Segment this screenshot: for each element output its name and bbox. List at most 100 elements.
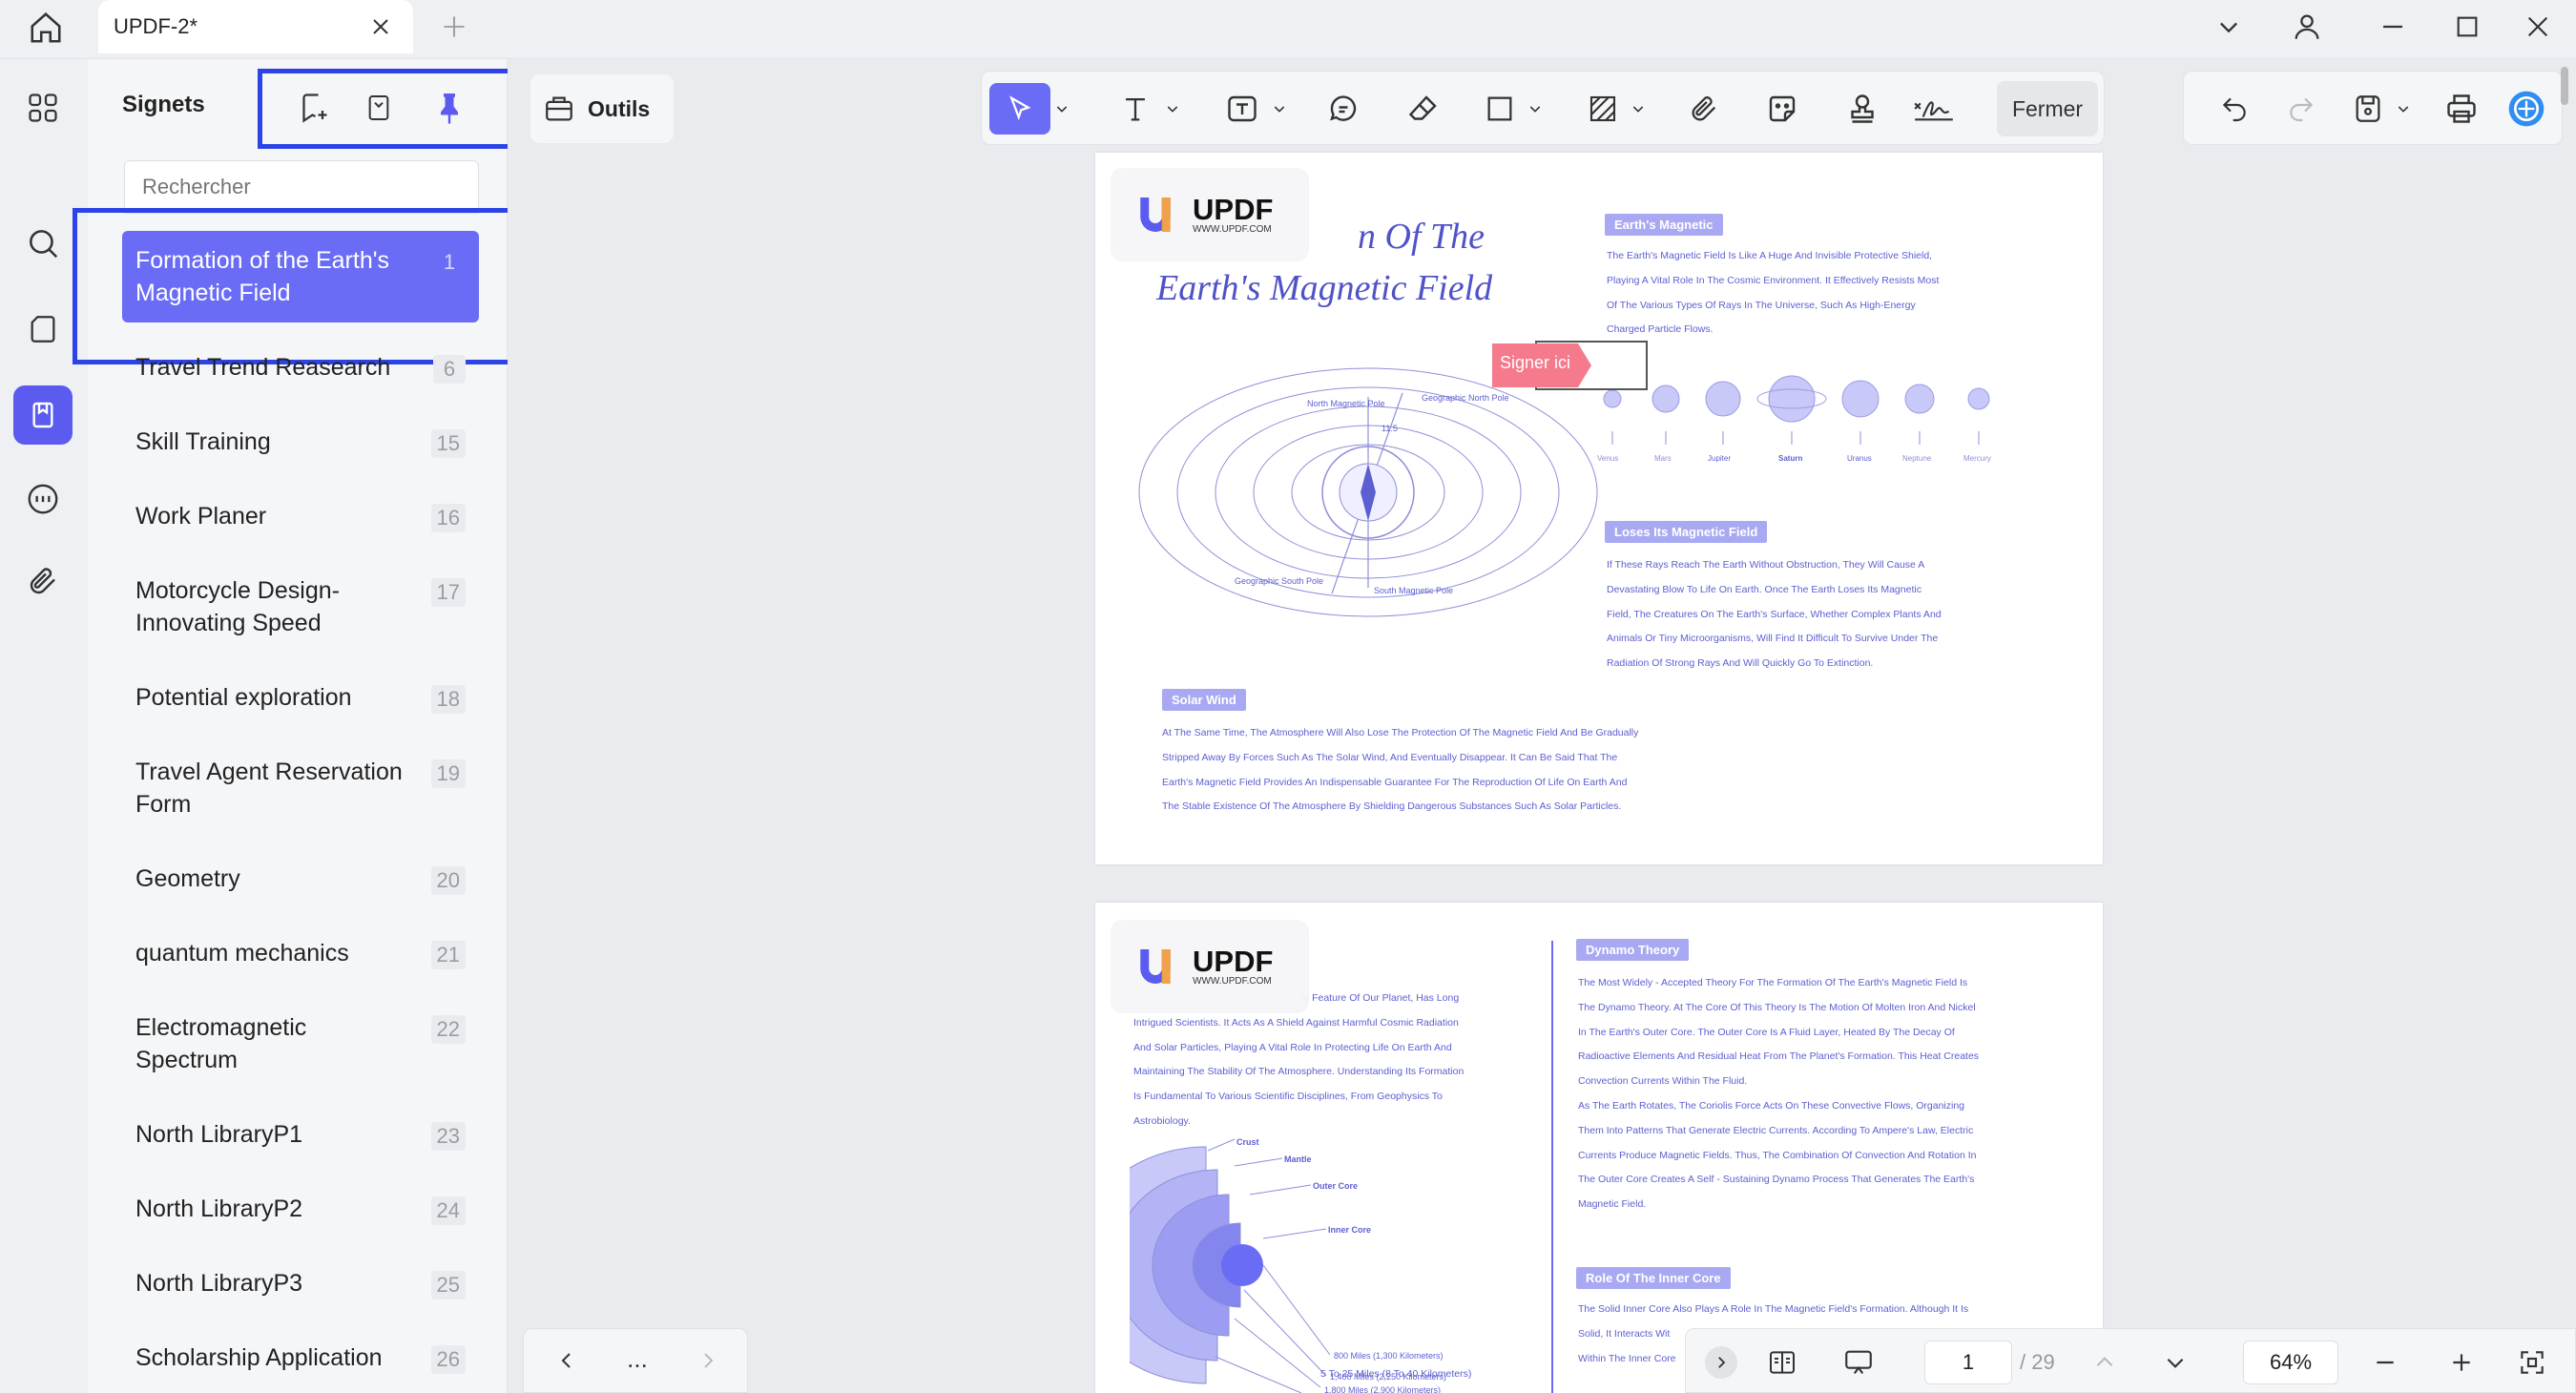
ai-assistant-icon[interactable] bbox=[2503, 83, 2550, 135]
earth-layers-diagram: Crust Mantle Outer Core Inner Core 800 M… bbox=[1130, 1137, 1446, 1393]
section-badge-solar: Solar Wind bbox=[1162, 689, 1246, 711]
zoom-in-icon[interactable] bbox=[2440, 1341, 2483, 1384]
bookmark-item[interactable]: Skill Training 15 bbox=[122, 426, 479, 458]
apps-grid-icon[interactable] bbox=[13, 78, 73, 137]
comment-tool-icon[interactable] bbox=[1319, 83, 1367, 135]
textbox-tool-icon[interactable] bbox=[1216, 83, 1268, 135]
bookmark-page: 23 bbox=[430, 1122, 466, 1151]
planet-label: Venus bbox=[1597, 454, 1619, 463]
maximize-icon[interactable] bbox=[2441, 6, 2494, 48]
depth-label: 800 Miles (1,300 Kilometers) bbox=[1334, 1351, 1444, 1361]
planet-label: Jupiter bbox=[1708, 454, 1732, 463]
bookmark-item[interactable]: North LibraryP2 24 bbox=[122, 1193, 479, 1225]
search-icon[interactable] bbox=[13, 214, 73, 273]
print-icon[interactable] bbox=[2438, 83, 2485, 135]
text-tool-icon[interactable] bbox=[1111, 83, 1159, 135]
total-pages: / 29 bbox=[2020, 1350, 2055, 1374]
updf-watermark-logo: UPDF WWW.UPDF.COM bbox=[1111, 920, 1309, 1013]
chevron-down-icon[interactable] bbox=[2153, 1341, 2197, 1384]
bookmark-item[interactable]: Motorcycle Design-Innovating Speed 17 bbox=[122, 574, 479, 639]
angle-label: 11.5 bbox=[1381, 424, 1398, 433]
updf-logo-icon bbox=[1140, 949, 1171, 984]
search-input[interactable] bbox=[124, 160, 479, 214]
text-line: At The Same Time, The Atmosphere Will Al… bbox=[1162, 727, 1639, 738]
save-icon[interactable] bbox=[2344, 83, 2392, 135]
add-bookmark-icon[interactable] bbox=[290, 84, 338, 132]
rectangle-tool-icon[interactable] bbox=[1476, 83, 1524, 135]
bookmark-page: 20 bbox=[430, 866, 466, 895]
redo-icon[interactable] bbox=[2277, 83, 2325, 135]
bookmark-item[interactable]: quantum mechanics 21 bbox=[122, 937, 479, 969]
chevron-down-icon[interactable] bbox=[1268, 83, 1291, 135]
bookmark-item[interactable]: North LibraryP1 23 bbox=[122, 1118, 479, 1151]
signature-tool-icon[interactable] bbox=[1903, 83, 1964, 135]
text-line: The Stable Existence Of The Atmosphere B… bbox=[1162, 800, 1622, 813]
chevron-down-icon[interactable] bbox=[2392, 83, 2415, 135]
fit-page-icon[interactable] bbox=[2510, 1341, 2554, 1384]
chevron-down-icon[interactable] bbox=[1627, 83, 1650, 135]
bookmark-item[interactable]: Potential exploration 18 bbox=[122, 681, 479, 714]
bookmark-page: 6 bbox=[433, 355, 466, 384]
bookmark-item[interactable]: Scholarship Application 26 bbox=[122, 1341, 479, 1374]
bookmark-item[interactable]: Work Planer 16 bbox=[122, 500, 479, 532]
comments-icon[interactable] bbox=[13, 469, 73, 529]
document-tab[interactable]: UPDF-2* bbox=[98, 0, 413, 53]
bookmark-outline-icon[interactable] bbox=[355, 84, 403, 132]
bookmark-item[interactable]: Electromagnetic Spectrum 22 bbox=[122, 1011, 479, 1076]
text-line: Radioactive Elements And Residual Heat F… bbox=[1578, 1050, 1980, 1063]
bookmark-item[interactable]: Geometry 20 bbox=[122, 863, 479, 895]
north-magnetic-pole-label: North Magnetic Pole bbox=[1307, 399, 1385, 408]
select-tool-icon[interactable] bbox=[989, 83, 1050, 135]
eraser-tool-icon[interactable] bbox=[1400, 83, 1447, 135]
reading-mode-icon[interactable] bbox=[1758, 1341, 1806, 1384]
home-icon[interactable] bbox=[21, 4, 71, 52]
user-icon[interactable] bbox=[2280, 6, 2334, 48]
close-tab-icon[interactable] bbox=[365, 11, 396, 42]
bookmark-item[interactable]: Travel Trend Reasearch 6 bbox=[122, 351, 479, 384]
new-tab-icon[interactable] bbox=[437, 10, 471, 44]
section-badge-loses: Loses Its Magnetic Field bbox=[1605, 521, 1768, 543]
panel-title: Signets bbox=[122, 92, 205, 117]
presentation-icon[interactable] bbox=[1835, 1341, 1882, 1384]
scrollbar-thumb[interactable] bbox=[2561, 67, 2568, 105]
tools-button[interactable]: Outils bbox=[530, 74, 674, 143]
minimize-icon[interactable] bbox=[2366, 6, 2420, 48]
bookmark-item[interactable]: Travel Agent Reservation Form 19 bbox=[122, 756, 479, 821]
bookmark-item[interactable]: North LibraryP3 25 bbox=[122, 1267, 479, 1299]
bookmark-label: Scholarship Application bbox=[135, 1344, 383, 1371]
signature-field[interactable]: Signer ici bbox=[1492, 340, 1649, 391]
undo-icon[interactable] bbox=[2211, 83, 2258, 135]
attachment-icon[interactable] bbox=[13, 551, 73, 611]
section-badge-inner: Role Of The Inner Core bbox=[1576, 1267, 1731, 1289]
pin-icon[interactable] bbox=[426, 84, 473, 132]
bookmark-icon[interactable] bbox=[13, 385, 73, 445]
chevron-right-icon[interactable] bbox=[686, 1339, 730, 1383]
area-hatch-tool-icon[interactable] bbox=[1579, 83, 1627, 135]
chevron-down-icon[interactable] bbox=[1524, 83, 1547, 135]
chevron-down-icon[interactable] bbox=[1050, 83, 1073, 135]
current-page-input[interactable]: 1 bbox=[1924, 1341, 2012, 1384]
sticker-tool-icon[interactable] bbox=[1758, 83, 1806, 135]
chevron-left-icon[interactable] bbox=[545, 1339, 589, 1383]
south-magnetic-pole-label: South Magnetic Pole bbox=[1374, 586, 1453, 595]
expand-right-icon[interactable] bbox=[1705, 1346, 1737, 1379]
bookmark-label: Geometry bbox=[135, 865, 240, 892]
bookmark-item-selected[interactable]: Formation of the Earth's Magnetic Field … bbox=[122, 231, 479, 322]
more-icon[interactable]: ... bbox=[615, 1337, 659, 1381]
chevron-up-icon[interactable] bbox=[2083, 1341, 2127, 1384]
text-line: Charged Particle Flows. bbox=[1607, 323, 1714, 336]
inner-core-label: Inner Core bbox=[1328, 1225, 1371, 1235]
zoom-level[interactable]: 64% bbox=[2243, 1341, 2338, 1384]
search-field[interactable] bbox=[142, 175, 478, 199]
attachment-tool-icon[interactable] bbox=[1680, 83, 1728, 135]
stamp-tool-icon[interactable] bbox=[1839, 83, 1886, 135]
bookmark-label: Motorcycle Design-Innovating Speed bbox=[135, 577, 340, 636]
zoom-out-icon[interactable] bbox=[2363, 1341, 2407, 1384]
chevron-down-icon[interactable] bbox=[1161, 83, 1184, 135]
signature-field-label: Signer ici bbox=[1500, 353, 1571, 372]
bookmark-page: 25 bbox=[430, 1271, 466, 1299]
close-tools-button[interactable]: Fermer bbox=[1997, 81, 2098, 136]
pages-icon[interactable] bbox=[13, 300, 73, 359]
close-window-icon[interactable] bbox=[2511, 6, 2565, 48]
chevron-down-icon[interactable] bbox=[2202, 6, 2255, 48]
